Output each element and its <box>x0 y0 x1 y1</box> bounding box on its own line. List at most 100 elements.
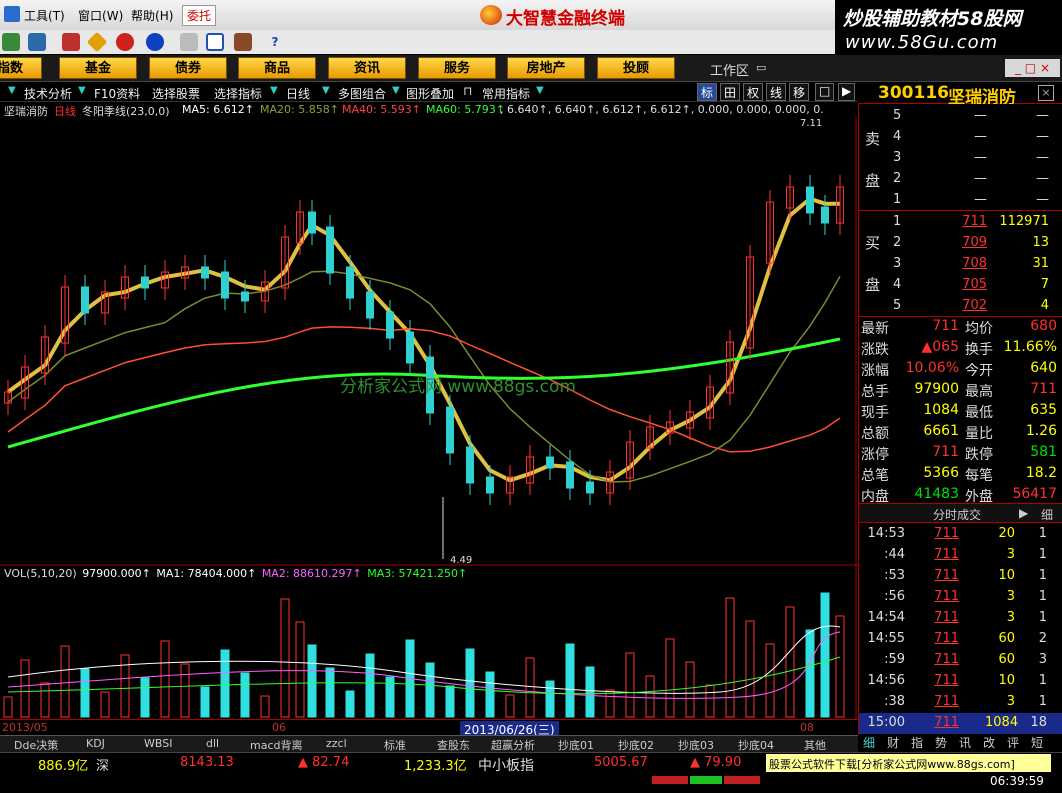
dropdown-arrow-icon[interactable]: ▼ <box>536 85 544 96</box>
tick-row[interactable]: :38 711 3 1 <box>859 692 1062 713</box>
f10-button[interactable]: F10资料 <box>94 85 140 102</box>
tab-shareholder[interactable]: 查股东 <box>437 737 470 753</box>
sell-row[interactable]: 3 — — <box>859 148 1059 169</box>
category-service[interactable]: 服务 <box>418 57 496 79</box>
tick-row[interactable]: 15:00 711 1084 18 <box>859 713 1062 734</box>
tick-row[interactable]: :53 711 10 1 <box>859 566 1062 587</box>
buy-row[interactable]: 1 711 112971 <box>859 212 1059 233</box>
tab-dde[interactable]: Dde决策 <box>14 737 58 753</box>
menu-help[interactable]: 帮助(H) <box>131 7 173 24</box>
dropdown-arrow-icon[interactable]: ▼ <box>322 85 330 96</box>
app-title: 大智慧金融终端 <box>506 9 625 29</box>
rtab-detail[interactable]: 细 <box>863 734 875 751</box>
rtab-index[interactable]: 指 <box>911 734 923 751</box>
volume-bar <box>545 680 555 718</box>
stat-key: 换手 <box>965 342 993 358</box>
buy-row[interactable]: 4 705 7 <box>859 275 1059 296</box>
tick-row[interactable]: :59 711 60 3 <box>859 650 1062 671</box>
tab-standard[interactable]: 标准 <box>384 737 406 753</box>
tick-row[interactable]: :44 711 3 1 <box>859 545 1062 566</box>
overlay-button[interactable]: 图形叠加 <box>406 85 454 102</box>
play-icon[interactable]: ▶ <box>1019 506 1028 520</box>
period-daily-button[interactable]: 日线 <box>286 85 310 102</box>
tab-zzcl[interactable]: zzcl <box>326 737 347 750</box>
stat-value: 1084 <box>923 402 959 418</box>
clipboard-icon[interactable] <box>180 33 198 51</box>
rtab-finance[interactable]: 财 <box>887 734 899 751</box>
grid-button[interactable]: 田 <box>720 83 741 101</box>
dropdown-arrow-icon[interactable]: ▼ <box>8 85 16 96</box>
category-news[interactable]: 资讯 <box>328 57 406 79</box>
category-commodity[interactable]: 商品 <box>238 57 316 79</box>
tab-wbsi[interactable]: WBSI <box>144 737 172 750</box>
rights-button[interactable]: 权 <box>743 83 764 101</box>
rtab-comment[interactable]: 评 <box>1007 734 1019 751</box>
multi-chart-button[interactable]: 多图组合 <box>338 85 386 102</box>
dropdown-arrow-icon[interactable]: ▼ <box>270 85 278 96</box>
tab-bottom01[interactable]: 抄底01 <box>558 737 594 753</box>
dropdown-arrow-icon[interactable]: ▼ <box>392 85 400 96</box>
tab-bottom04[interactable]: 抄底04 <box>738 737 774 753</box>
report-icon[interactable] <box>62 33 80 51</box>
buy-row[interactable]: 2 709 13 <box>859 233 1059 254</box>
candlestick-chart[interactable]: 7.11 4.49 分析家公式网 www.88gs.com <box>0 117 858 719</box>
ad-banner[interactable]: 股票公式软件下载[分析家公式网www.88gs.com] <box>766 754 1051 772</box>
restore-button[interactable]: □ <box>815 83 835 101</box>
tick-row[interactable]: 14:56 711 10 1 <box>859 671 1062 692</box>
buy-row[interactable]: 5 702 4 <box>859 296 1059 317</box>
category-fund[interactable]: 基金 <box>59 57 137 79</box>
strategy-icon[interactable] <box>116 33 134 51</box>
workspace-label[interactable]: 工作区 <box>710 60 749 79</box>
category-index[interactable]: 指数 <box>0 57 42 79</box>
sell-row[interactable]: 4 — — <box>859 127 1059 148</box>
tick-price: 711 <box>934 673 959 688</box>
close-icon[interactable]: × <box>1038 85 1054 101</box>
house-icon[interactable] <box>2 33 20 51</box>
select-stock-button[interactable]: 选择股票 <box>152 85 200 102</box>
sell-row[interactable]: 5 — — <box>859 106 1059 127</box>
buy-row[interactable]: 3 708 31 <box>859 254 1059 275</box>
tab-super[interactable]: 超赢分析 <box>491 737 535 753</box>
move-button[interactable]: 移 <box>789 83 810 101</box>
rtab-edit[interactable]: 改 <box>983 734 995 751</box>
globe-icon[interactable] <box>146 33 164 51</box>
buy-level: 1 <box>893 214 902 229</box>
tab-kdj[interactable]: KDJ <box>86 737 105 750</box>
entrust-button[interactable]: 委托 <box>182 5 217 26</box>
tick-row[interactable]: 14:53 711 20 1 <box>859 524 1062 545</box>
tick-row[interactable]: 14:54 711 3 1 <box>859 608 1062 629</box>
category-realestate[interactable]: 房地产 <box>507 57 585 79</box>
workspace-menu-icon[interactable]: ▭ <box>756 61 766 74</box>
chart-icon[interactable] <box>28 33 46 51</box>
category-bond[interactable]: 债券 <box>149 57 227 79</box>
mark-button[interactable]: 标 <box>697 83 718 101</box>
sell-row[interactable]: 2 — — <box>859 169 1059 190</box>
books-icon[interactable] <box>234 33 252 51</box>
rtab-short[interactable]: 短 <box>1031 734 1043 751</box>
sell-row[interactable]: 1 — — <box>859 190 1059 211</box>
menu-tools[interactable]: 工具(T) <box>24 7 65 24</box>
select-indicator-button[interactable]: 选择指标 <box>214 85 262 102</box>
diamond-icon[interactable] <box>86 31 108 53</box>
category-advisor[interactable]: 投顾 <box>597 57 675 79</box>
tab-other[interactable]: 其他 <box>804 737 826 753</box>
ticks-detail-button[interactable]: 细 <box>1041 506 1053 523</box>
lock-icon[interactable]: ⊓ <box>463 84 472 98</box>
help-pointer-icon[interactable]: ? <box>266 33 284 51</box>
tab-dll[interactable]: dll <box>206 737 219 750</box>
tech-analysis-button[interactable]: 技术分析 <box>24 85 72 102</box>
window-icon[interactable] <box>206 33 224 51</box>
tick-row[interactable]: :56 711 3 1 <box>859 587 1062 608</box>
window-controls[interactable]: _ □ × <box>1005 59 1060 77</box>
tab-bottom02[interactable]: 抄底02 <box>618 737 654 753</box>
tab-macd[interactable]: macd背离 <box>250 737 303 753</box>
tab-bottom03[interactable]: 抄底03 <box>678 737 714 753</box>
tick-row[interactable]: 14:55 711 60 2 <box>859 629 1062 650</box>
rtab-trend[interactable]: 势 <box>935 734 947 751</box>
line-button[interactable]: 线 <box>766 83 787 101</box>
play-button[interactable]: ▶ <box>838 83 856 101</box>
menu-window[interactable]: 窗口(W) <box>78 7 123 24</box>
common-indicator-button[interactable]: 常用指标 <box>482 85 530 102</box>
dropdown-arrow-icon[interactable]: ▼ <box>78 85 86 96</box>
rtab-news[interactable]: 讯 <box>959 734 971 751</box>
